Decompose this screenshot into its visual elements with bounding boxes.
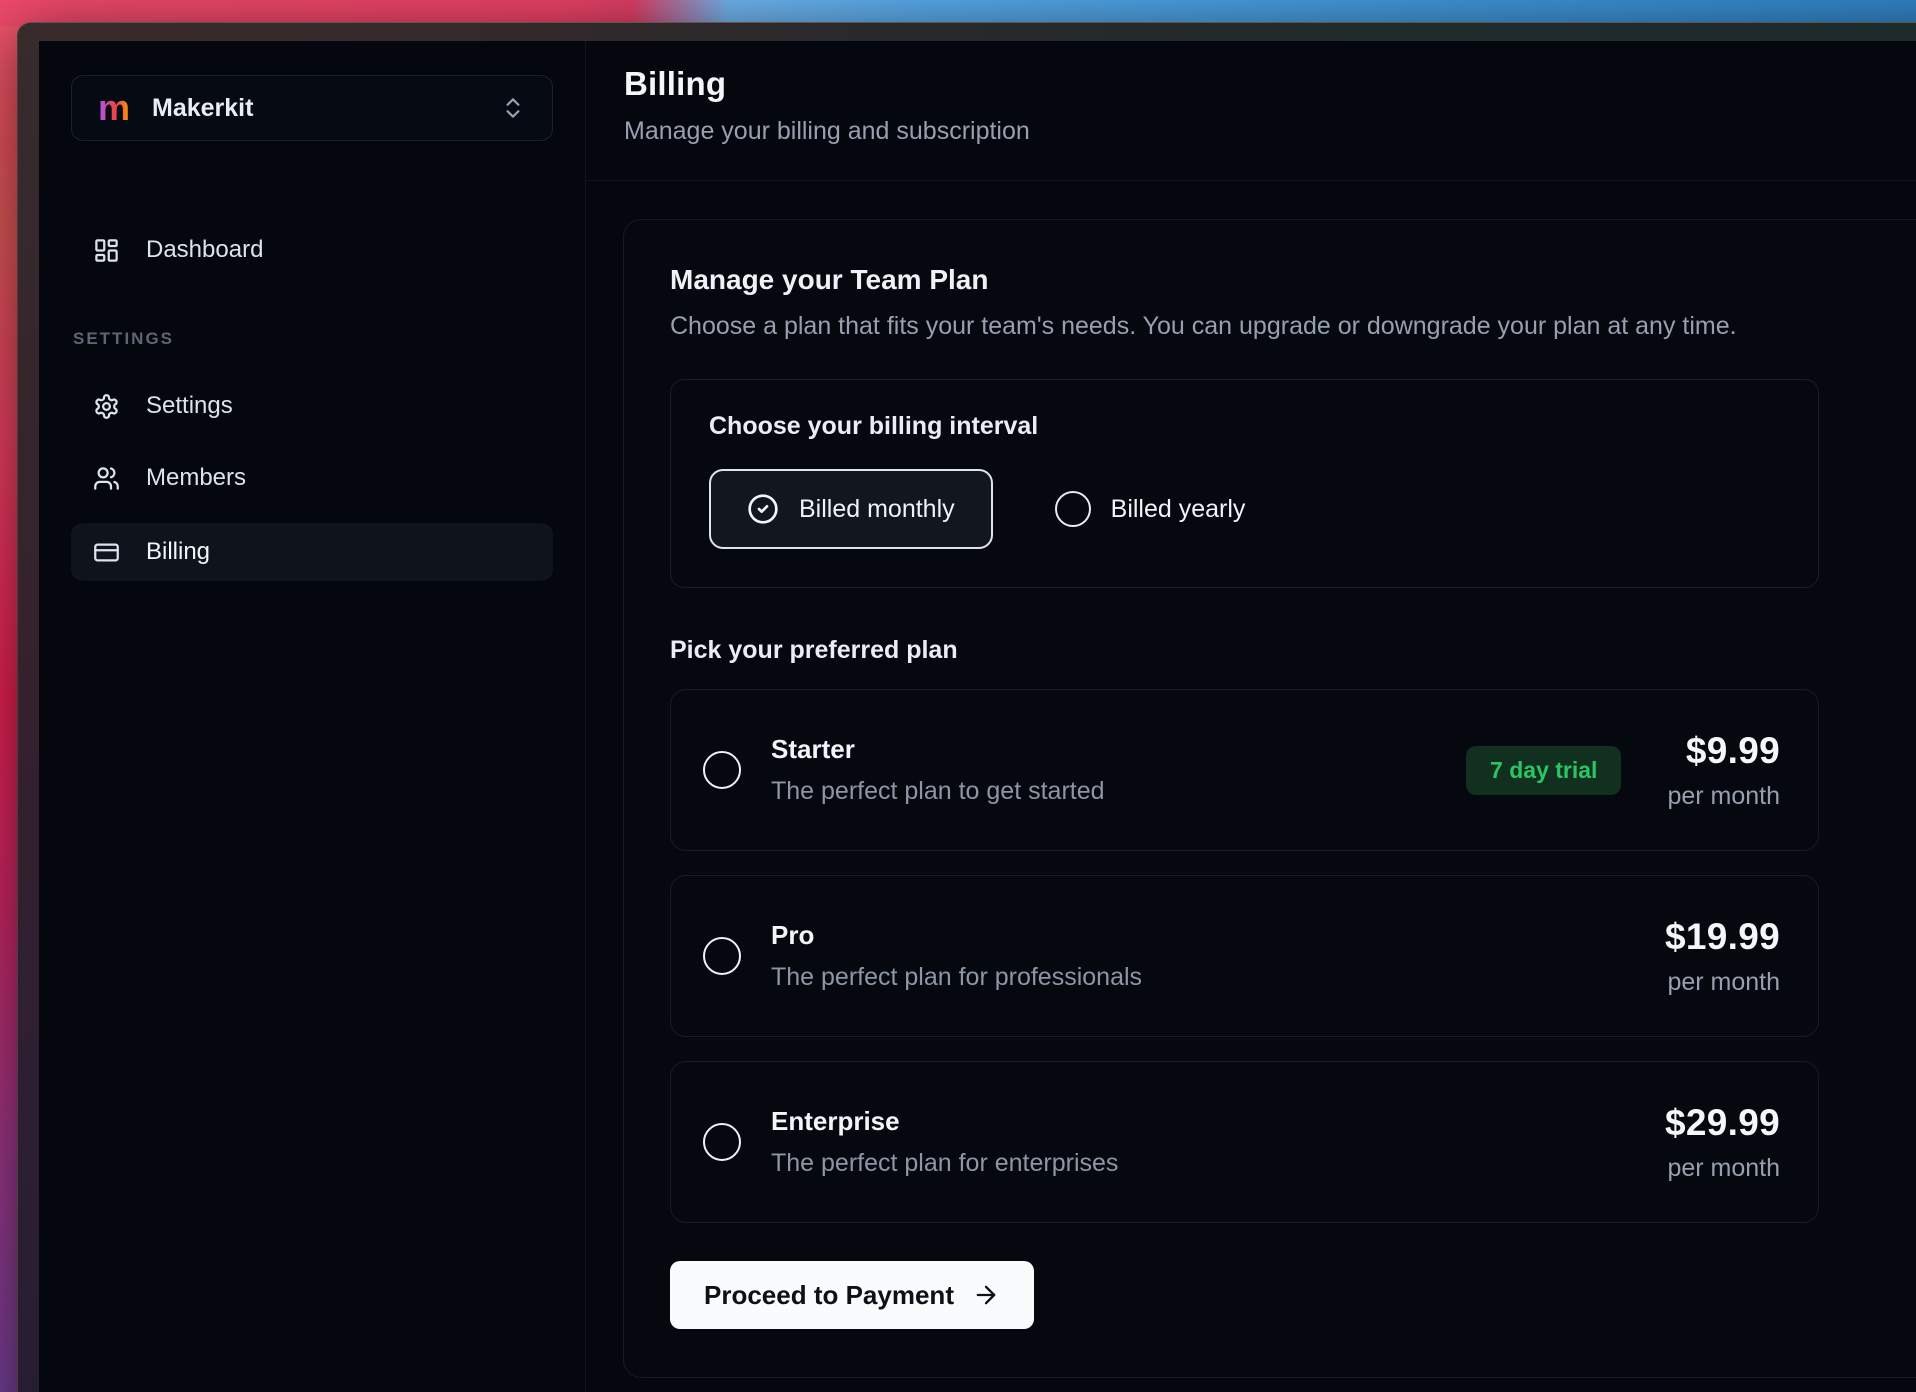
price-block: $29.99 per month	[1665, 1102, 1780, 1183]
plan-description: The perfect plan for enterprises	[771, 1149, 1118, 1178]
sidebar-item-label: Settings	[146, 392, 233, 420]
workspace-name: Makerkit	[152, 94, 478, 123]
plan-price: $9.99	[1686, 730, 1780, 772]
plan-price: $29.99	[1665, 1102, 1780, 1144]
billing-interval-group: Choose your billing interval Billed mont…	[670, 379, 1819, 588]
plan-name: Pro	[771, 920, 1142, 951]
plan-info: Pro The perfect plan for professionals	[771, 920, 1142, 992]
sidebar-item-label: Billing	[146, 538, 210, 566]
users-icon	[93, 465, 120, 492]
app-root: m Makerkit	[39, 41, 1916, 1392]
window-left-frame	[18, 23, 39, 1392]
card-title: Manage your Team Plan	[670, 264, 1916, 296]
plan-name: Enterprise	[771, 1106, 1118, 1137]
makerkit-logo: m	[98, 90, 130, 126]
price-block: $19.99 per month	[1665, 916, 1780, 997]
plan-name: Starter	[771, 734, 1105, 765]
plan-row-pro[interactable]: Pro The perfect plan for professionals $…	[670, 875, 1819, 1037]
arrow-right-icon	[972, 1281, 1000, 1309]
check-circle-icon	[747, 493, 779, 525]
sidebar-section-settings: SETTINGS	[73, 329, 553, 349]
plan-info: Enterprise The perfect plan for enterpri…	[771, 1106, 1118, 1178]
billing-interval-options: Billed monthly Billed yearly	[709, 469, 1780, 549]
plan-period: per month	[1667, 782, 1780, 811]
page-subtitle: Manage your billing and subscription	[624, 117, 1916, 146]
team-plan-card: Manage your Team Plan Choose a plan that…	[623, 219, 1916, 1378]
credit-card-icon	[93, 539, 120, 566]
plan-period: per month	[1667, 1154, 1780, 1183]
proceed-to-payment-button[interactable]: Proceed to Payment	[670, 1261, 1034, 1329]
gear-icon	[93, 393, 120, 420]
app-window: m Makerkit	[17, 22, 1916, 1392]
plans-label: Pick your preferred plan	[670, 636, 1916, 665]
sidebar-item-settings[interactable]: Settings	[71, 379, 553, 433]
radio-icon[interactable]	[703, 1123, 741, 1161]
plan-pricing: 7 day trial $9.99 per month	[1466, 730, 1780, 811]
workspace-selector[interactable]: m Makerkit	[71, 75, 553, 141]
page-header: Billing Manage your billing and subscrip…	[586, 41, 1916, 181]
plan-description: The perfect plan for professionals	[771, 963, 1142, 992]
radio-icon[interactable]	[703, 751, 741, 789]
radio-icon[interactable]	[703, 937, 741, 975]
trial-badge: 7 day trial	[1466, 746, 1621, 795]
sidebar: m Makerkit	[39, 41, 586, 1392]
dashboard-icon	[93, 237, 120, 264]
billing-interval-label: Choose your billing interval	[709, 412, 1780, 441]
plan-row-enterprise[interactable]: Enterprise The perfect plan for enterpri…	[670, 1061, 1819, 1223]
plan-pricing: $29.99 per month	[1665, 1102, 1780, 1183]
option-billed-yearly[interactable]: Billed yearly	[1055, 491, 1246, 527]
sidebar-item-billing[interactable]: Billing	[71, 523, 553, 581]
plan-description: The perfect plan to get started	[771, 777, 1105, 806]
option-label: Billed yearly	[1111, 495, 1246, 524]
plan-pricing: $19.99 per month	[1665, 916, 1780, 997]
desktop-wallpaper: m Makerkit	[0, 0, 1916, 1392]
plan-info: Starter The perfect plan to get started	[771, 734, 1105, 806]
proceed-button-label: Proceed to Payment	[704, 1280, 954, 1311]
option-billed-monthly[interactable]: Billed monthly	[709, 469, 993, 549]
sidebar-item-members[interactable]: Members	[71, 451, 553, 505]
radio-icon	[1055, 491, 1091, 527]
price-block: $9.99 per month	[1667, 730, 1780, 811]
plan-price: $19.99	[1665, 916, 1780, 958]
main-content: Billing Manage your billing and subscrip…	[586, 41, 1916, 1392]
card-description: Choose a plan that fits your team's need…	[670, 312, 1916, 341]
chevron-up-down-icon	[500, 95, 526, 121]
sidebar-item-label: Dashboard	[146, 236, 263, 264]
plan-period: per month	[1667, 968, 1780, 997]
option-label: Billed monthly	[799, 495, 955, 524]
page-title: Billing	[624, 65, 1916, 103]
sidebar-item-label: Members	[146, 464, 246, 492]
sidebar-nav: Dashboard SETTINGS Settings	[71, 223, 553, 581]
window-titlebar	[18, 23, 1916, 41]
sidebar-item-dashboard[interactable]: Dashboard	[71, 223, 553, 277]
plan-row-starter[interactable]: Starter The perfect plan to get started …	[670, 689, 1819, 851]
